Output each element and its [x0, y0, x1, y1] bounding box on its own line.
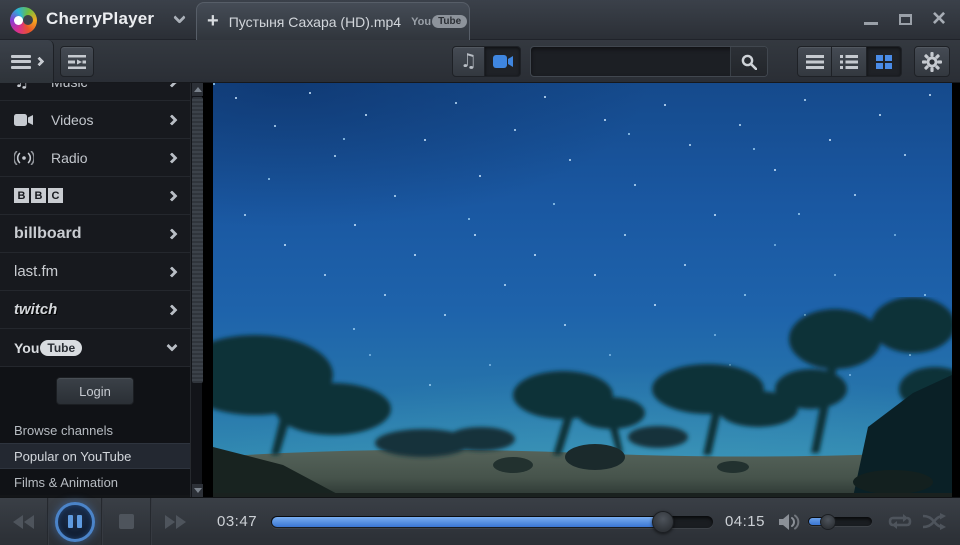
scroll-up-button[interactable] [192, 83, 203, 96]
new-tab-plus-icon[interactable]: + [207, 11, 219, 31]
playlist-toggle-button[interactable] [60, 46, 94, 77]
sidebar-item-videos[interactable]: Videos [0, 101, 190, 139]
cherryplayer-logo-icon [10, 7, 37, 34]
previous-button[interactable] [0, 498, 47, 545]
chevron-down-icon [166, 340, 177, 351]
music-icon: ♫ [14, 83, 40, 92]
video-mode-button[interactable] [485, 46, 521, 77]
starfield [213, 83, 215, 85]
chevron-right-icon [166, 228, 177, 239]
search-input[interactable] [531, 47, 730, 76]
titlebar: CherryPlayer + Пустыня Сахара (HD).mp4 Y… [0, 0, 960, 40]
maximize-button[interactable] [896, 10, 914, 28]
search-box [530, 46, 768, 77]
chevron-right-icon [166, 152, 177, 163]
youtube-submenu: Login Browse channels Popular on YouTube… [0, 367, 190, 495]
sidebar-scrollbar[interactable] [190, 83, 202, 497]
search-button[interactable] [730, 47, 767, 76]
cherryplayer-window: CherryPlayer + Пустыня Сахара (HD).mp4 Y… [0, 0, 960, 545]
sidebar: ♫ Music Videos Radio [0, 83, 190, 497]
next-button[interactable] [152, 498, 199, 545]
sidebar-item-twitch[interactable]: twitch [0, 291, 190, 329]
sidebar-toggle[interactable] [0, 40, 54, 83]
view-details-button[interactable] [832, 46, 867, 77]
chevron-right-icon [34, 57, 44, 67]
list-view-icon [806, 55, 824, 69]
seek-bar[interactable] [271, 516, 713, 528]
login-button[interactable]: Login [56, 377, 134, 405]
view-switcher [797, 46, 902, 77]
chevron-right-icon [166, 114, 177, 125]
chevron-right-icon [166, 190, 177, 201]
close-icon: × [932, 11, 946, 27]
volume-slider[interactable] [808, 517, 872, 526]
tab-youtube-badge: You Tube [411, 15, 467, 28]
current-time: 03:47 [217, 513, 257, 530]
submenu-item-browse-channels[interactable]: Browse channels [0, 417, 190, 443]
video-display[interactable] [213, 83, 952, 497]
minimize-button[interactable] [862, 10, 880, 28]
tab-title: Пустыня Сахара (HD).mp4 [229, 14, 401, 30]
view-grid-button[interactable] [867, 46, 902, 77]
volume-controls [779, 513, 872, 531]
radio-icon [14, 151, 40, 165]
settings-button[interactable] [914, 46, 950, 77]
bbc-logo: B B C [14, 188, 157, 203]
shuffle-icon[interactable] [922, 513, 946, 530]
sidebar-item-bbc[interactable]: B B C [0, 177, 190, 215]
rewind-icon [13, 515, 35, 529]
fast-forward-icon [165, 515, 187, 529]
sidebar-item-radio[interactable]: Radio [0, 139, 190, 177]
volume-thumb[interactable] [820, 514, 836, 530]
twitch-logo: twitch [14, 301, 157, 318]
playlist-icon [68, 55, 86, 69]
sidebar-item-lastfm[interactable]: last.fm [0, 253, 190, 291]
search-icon [741, 54, 757, 70]
music-note-icon: ♫ [460, 52, 477, 71]
desert-terrain [213, 297, 952, 497]
scrollbar-thumb[interactable] [192, 97, 203, 383]
sidebar-item-youtube[interactable]: You Tube [0, 329, 190, 367]
menu-icon [11, 55, 31, 69]
seek-thumb[interactable] [652, 511, 674, 533]
playback-mode-icons [888, 513, 946, 530]
billboard-logo: billboard [14, 225, 157, 243]
chevron-right-icon [166, 266, 177, 277]
chevron-right-icon [166, 304, 177, 315]
sidebar-item-music[interactable]: ♫ Music [0, 83, 190, 101]
video-camera-icon [493, 55, 513, 68]
repeat-icon[interactable] [888, 513, 912, 530]
grid-view-icon [876, 55, 892, 69]
chevron-right-icon [166, 83, 177, 87]
scroll-down-button[interactable] [192, 484, 203, 497]
stop-icon [119, 514, 134, 529]
speaker-icon[interactable] [779, 513, 800, 531]
arrow-down-icon [194, 488, 202, 493]
toolbar: ♫ [0, 40, 960, 83]
pause-icon [55, 502, 95, 542]
window-controls: × [862, 10, 948, 28]
close-button[interactable]: × [930, 10, 948, 28]
app-title: CherryPlayer [46, 9, 154, 29]
playback-controls: 03:47 04:15 [0, 497, 960, 545]
gear-icon [922, 52, 942, 72]
arrow-up-icon [194, 87, 202, 92]
stop-button[interactable] [103, 498, 150, 545]
total-time: 04:15 [725, 513, 765, 530]
maximize-icon [899, 14, 912, 25]
seek-fill [272, 517, 664, 527]
pause-button[interactable] [49, 498, 101, 545]
music-mode-button[interactable]: ♫ [452, 46, 485, 77]
sidebar-item-billboard[interactable]: billboard [0, 215, 190, 253]
details-view-icon [840, 55, 858, 69]
youtube-logo: You Tube [14, 340, 157, 356]
view-list-button[interactable] [797, 46, 832, 77]
lastfm-logo: last.fm [14, 263, 157, 280]
submenu-item-films-animation[interactable]: Films & Animation [0, 469, 190, 495]
videos-icon [14, 114, 40, 126]
app-menu-chevron-down-icon[interactable] [173, 11, 186, 24]
minimize-icon [864, 22, 878, 25]
media-tab[interactable]: + Пустыня Сахара (HD).mp4 You Tube [196, 2, 470, 40]
submenu-item-popular-on-youtube[interactable]: Popular on YouTube [0, 443, 190, 469]
